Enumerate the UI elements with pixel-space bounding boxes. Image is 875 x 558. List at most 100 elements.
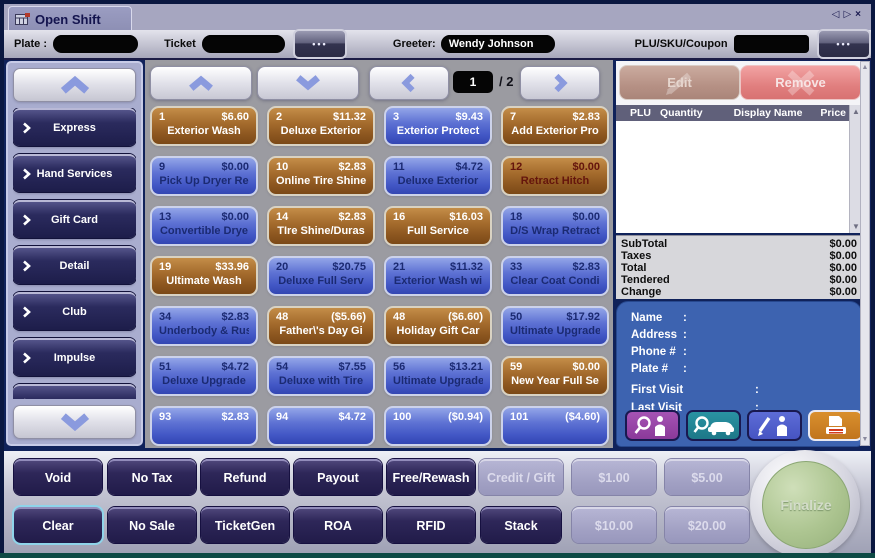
product-button[interactable]: 9$0.00 Pick Up Dryer Re [150, 156, 258, 196]
product-button[interactable]: 48($5.66) Father\'s Day Gi [267, 306, 375, 346]
scroll-down-icon[interactable]: ▼ [862, 436, 869, 443]
sidebar-item-impulse[interactable]: Impulse [13, 338, 136, 376]
product-button[interactable]: 33$2.83 Clear Coat Condi [501, 256, 609, 296]
scroll-up-icon[interactable]: ▲ [852, 107, 860, 116]
no-sale-button[interactable]: No Sale [108, 507, 196, 543]
nav-back-icon[interactable]: ◁ [832, 9, 844, 20]
close-icon[interactable]: × [855, 9, 865, 20]
scroll-up-icon[interactable]: ▲ [862, 64, 869, 71]
product-button[interactable]: 54$7.55 Deluxe with Tire [267, 356, 375, 396]
grid-row: 1$6.60 Exterior Wash 2$11.32 Deluxe Exte… [150, 106, 612, 146]
product-button[interactable]: 20$20.75 Deluxe Full Serv [267, 256, 375, 296]
search-customer-button[interactable] [625, 410, 680, 441]
product-button[interactable]: 19$33.96 Ultimate Wash [150, 256, 258, 296]
category-scroll-down-button[interactable] [13, 405, 136, 439]
customer-phone-row: Phone #: [631, 346, 687, 358]
grid-row: 19$33.96 Ultimate Wash 20$20.75 Deluxe F… [150, 256, 612, 296]
denom-10-button[interactable]: $10.00 [572, 507, 656, 543]
sidebar-item-hand-services[interactable]: Hand Services [13, 154, 136, 192]
top-fields-bar: Plate : Ticket ••• Greeter: Wendy Johnso… [4, 30, 871, 60]
total-row: Total$0.00 [621, 262, 857, 274]
category-scroll-up-button[interactable] [13, 68, 136, 102]
no-tax-button[interactable]: No Tax [108, 459, 196, 495]
remove-item-button[interactable]: Remove [740, 65, 861, 100]
product-button[interactable]: 48($6.60) Holiday Gift Car [384, 306, 492, 346]
tab-open-shift[interactable]: Open Shift [8, 6, 132, 31]
category-sidebar: Express Hand Services Gift Card Detail C… [6, 61, 143, 446]
chevron-right-icon [22, 306, 31, 319]
free-rewash-button[interactable]: Free/Rewash [387, 459, 475, 495]
denom-1-button[interactable]: $1.00 [572, 459, 656, 495]
sidebar-item-packages[interactable]: Packages [13, 384, 136, 399]
nav-forward-icon[interactable]: ▷ [843, 9, 855, 20]
product-button[interactable]: 21$11.32 Exterior Wash wi [384, 256, 492, 296]
product-button[interactable]: 100($0.94) [384, 406, 492, 446]
customer-name-row: Name: [631, 312, 687, 324]
total-row: SubTotal$0.00 [621, 238, 857, 250]
void-button[interactable]: Void [14, 459, 102, 495]
left-chevron-icon [398, 73, 420, 93]
search-vehicle-button[interactable] [686, 410, 741, 441]
refund-button[interactable]: Refund [201, 459, 289, 495]
product-button[interactable]: 59$0.00 New Year Full Se [501, 356, 609, 396]
finalize-button[interactable]: Finalize [762, 461, 850, 549]
product-button[interactable]: 56$13.21 Ultimate Upgrade [384, 356, 492, 396]
plate-input[interactable] [53, 35, 138, 53]
up-chevron-icon [181, 74, 221, 92]
plu-more-button[interactable]: ••• [817, 29, 871, 59]
sidebar-item-detail[interactable]: Detail [13, 246, 136, 284]
ticket-more-button[interactable]: ••• [293, 29, 347, 59]
product-button[interactable]: 18$0.00 D/S Wrap Retract [501, 206, 609, 246]
product-button[interactable]: 14$2.83 TIre Shine/Duras [267, 206, 375, 246]
order-panel: Edit Remove PLU Quantity Display Name Pr… [616, 61, 862, 233]
product-button[interactable]: 12$0.00 Retract Hitch [501, 156, 609, 196]
order-table-body [616, 121, 849, 233]
edit-customer-button[interactable] [747, 410, 802, 441]
sidebar-item-express[interactable]: Express [13, 108, 136, 146]
total-row: Tendered$0.00 [621, 274, 857, 286]
product-button[interactable]: 11$4.72 Deluxe Exterior [384, 156, 492, 196]
product-button[interactable]: 3$9.43 Exterior Protect [384, 106, 492, 146]
panel-scrollbar[interactable]: ▲ ▼ [860, 61, 870, 446]
product-button[interactable]: 93$2.83 [150, 406, 258, 446]
grid-scroll-up-button[interactable] [150, 66, 252, 100]
roa-button[interactable]: ROA [294, 507, 382, 543]
edit-item-button[interactable]: Edit [619, 65, 740, 100]
greeter-input[interactable]: Wendy Johnson [441, 35, 555, 53]
rfid-button[interactable]: RFID [387, 507, 475, 543]
ticketgen-button[interactable]: TicketGen [201, 507, 289, 543]
product-button[interactable]: 94$4.72 [267, 406, 375, 446]
product-button[interactable]: 34$2.83 Underbody & Rust [150, 306, 258, 346]
chevron-right-icon [22, 168, 31, 181]
plu-sku-coupon-input[interactable] [734, 35, 810, 53]
product-button[interactable]: 13$0.00 Convertible Drye [150, 206, 258, 246]
stack-button[interactable]: Stack [481, 507, 561, 543]
product-button[interactable]: 1$6.60 Exterior Wash [150, 106, 258, 146]
grid-scroll-down-button[interactable] [257, 66, 359, 100]
chevron-right-icon [22, 122, 31, 135]
greeter-value: Wendy Johnson [449, 38, 534, 50]
clear-button[interactable]: Clear [14, 507, 102, 543]
sidebar-item-gift-card[interactable]: Gift Card [13, 200, 136, 238]
sidebar-item-club[interactable]: Club [13, 292, 136, 330]
product-button[interactable]: 2$11.32 Deluxe Exterior [267, 106, 375, 146]
product-button[interactable]: 10$2.83 Online Tire Shine [267, 156, 375, 196]
greeter-label: Greeter: [393, 38, 436, 50]
ticket-label: Ticket [164, 38, 196, 50]
product-button[interactable]: 51$4.72 Deluxe Upgrade [150, 356, 258, 396]
credit-gift-button[interactable]: Credit / Gift [479, 459, 563, 495]
page-previous-button[interactable] [369, 66, 449, 100]
scroll-down-icon[interactable]: ▼ [852, 222, 860, 231]
denom-20-button[interactable]: $20.00 [665, 507, 749, 543]
product-button[interactable]: 7$2.83 Add Exterior Pro [501, 106, 609, 146]
page-next-button[interactable] [520, 66, 600, 100]
print-receipt-button[interactable] [808, 410, 863, 441]
column-display-name: Display Name [722, 107, 814, 119]
payout-button[interactable]: Payout [294, 459, 382, 495]
product-button[interactable]: 16$16.03 Full Service [384, 206, 492, 246]
denom-5-button[interactable]: $5.00 [665, 459, 749, 495]
product-button[interactable]: 101($4.60) [501, 406, 609, 446]
product-button[interactable]: 50$17.92 Ultimate Upgrade [501, 306, 609, 346]
ticket-input[interactable] [202, 35, 285, 53]
search-person-icon [633, 414, 673, 438]
